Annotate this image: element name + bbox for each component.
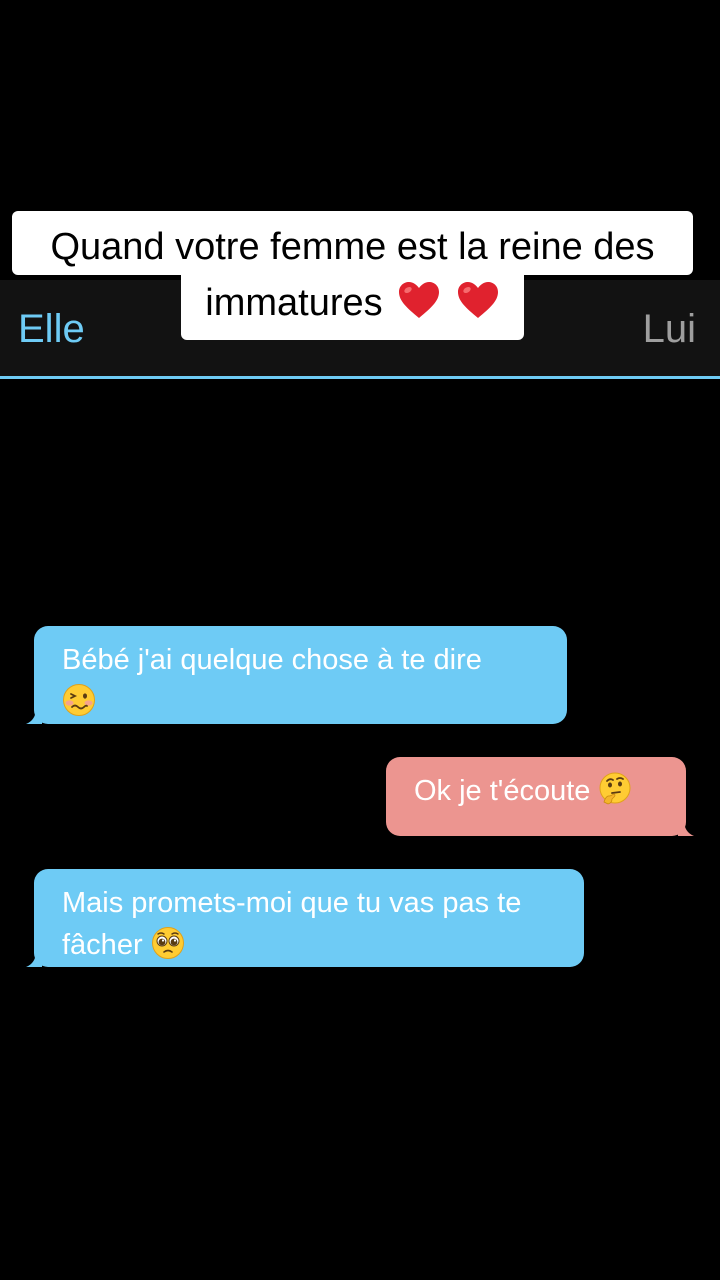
bubble-tail — [26, 708, 42, 724]
message-bubble-outgoing[interactable]: Ok je t'écoute — [386, 757, 694, 836]
caption-text-2: immatures — [205, 282, 383, 324]
message-text: Bébé j'ai quelque chose à te dire — [62, 644, 482, 676]
message-bubble-incoming[interactable]: Bébé j'ai quelque chose à te dire — [26, 626, 567, 724]
message-bubble-incoming[interactable]: Mais promets-moi que tu vas pas te fâche… — [26, 869, 584, 967]
video-caption-line-1: Quand votre femme est la reine des — [12, 211, 693, 275]
caption-text-1: Quand votre femme est la reine des — [50, 226, 655, 268]
message-text: Mais promets-moi que tu vas pas te fâche… — [62, 887, 522, 961]
contact-name-lui[interactable]: Lui — [643, 305, 696, 353]
pleading-face-icon — [151, 926, 185, 960]
red-heart-icon — [456, 280, 500, 320]
contact-name-elle[interactable]: Elle — [18, 305, 85, 353]
bubble-tail — [678, 820, 694, 836]
woozy-face-icon — [62, 683, 96, 717]
header-divider — [0, 376, 720, 379]
message-text: Ok je t'écoute — [414, 775, 591, 807]
thinking-face-icon — [598, 772, 632, 806]
bubble-tail — [26, 951, 42, 967]
red-heart-icon — [397, 280, 441, 320]
video-caption-line-2: immatures — [181, 275, 524, 340]
